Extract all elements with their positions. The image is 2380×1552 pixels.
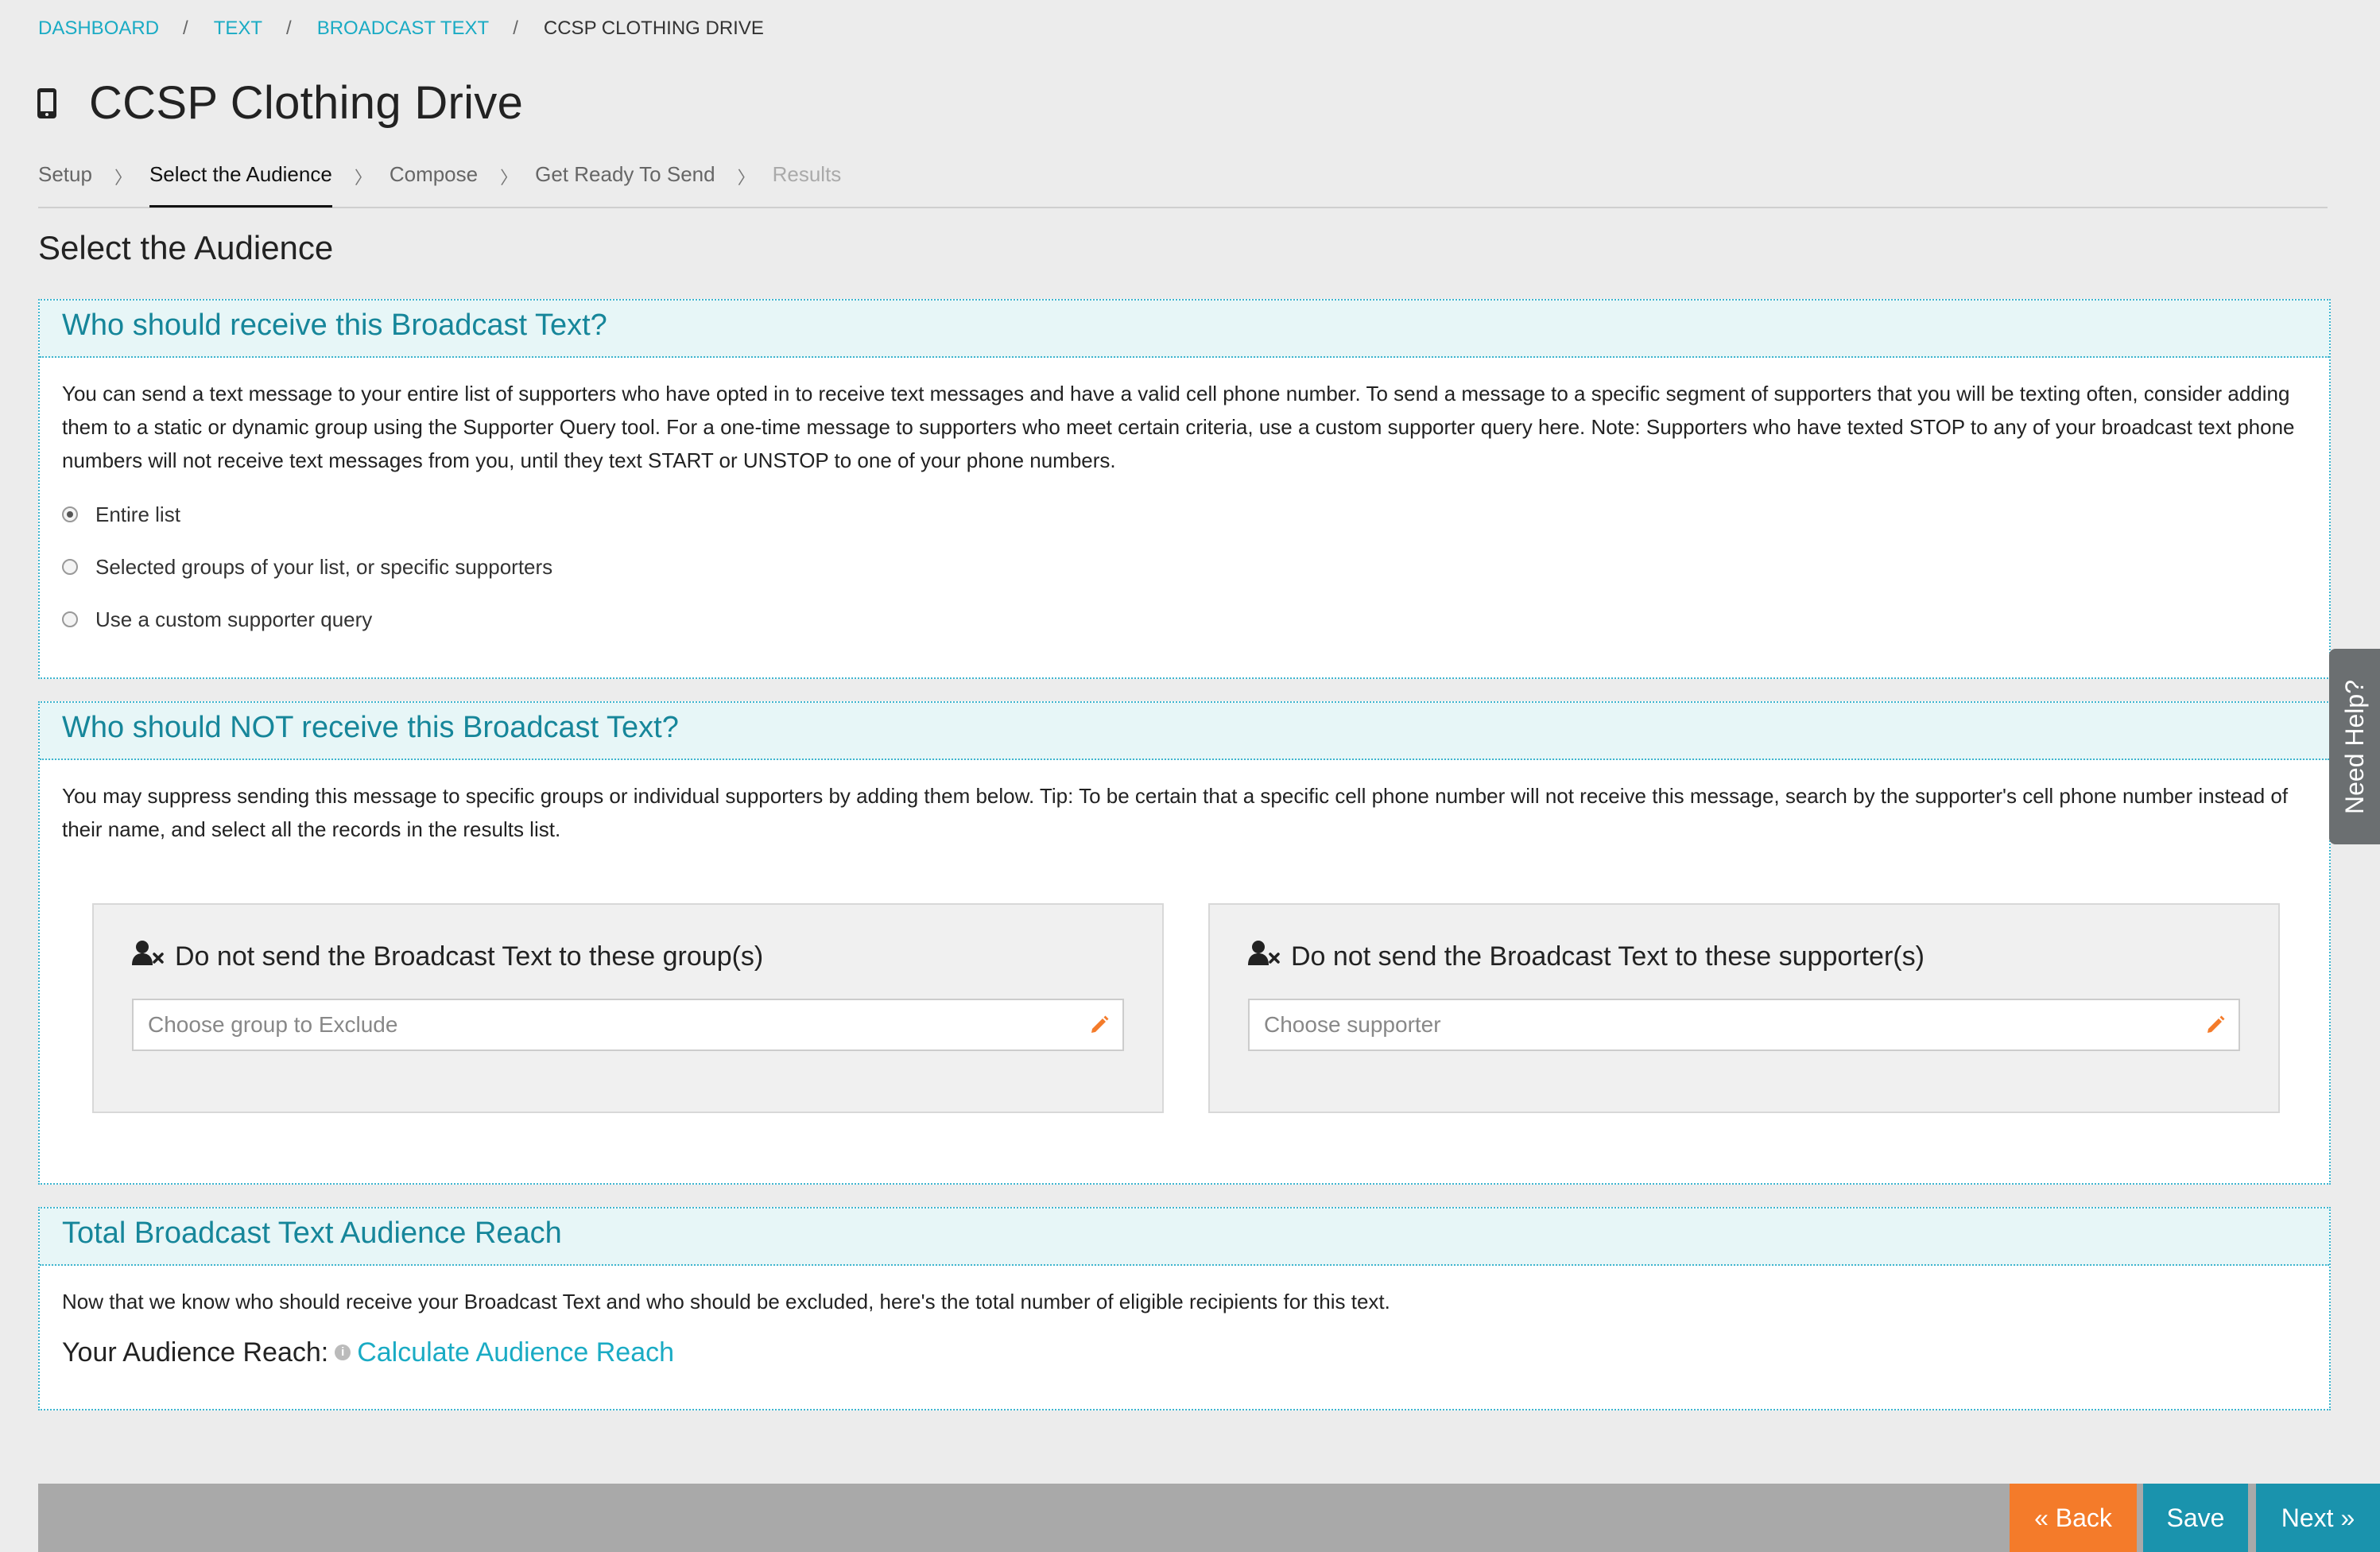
audience-reach-label: Your Audience Reach:: [62, 1337, 329, 1368]
group-picker[interactable]: [132, 999, 1124, 1051]
user-remove-icon: [1248, 940, 1280, 974]
save-button[interactable]: Save: [2143, 1484, 2248, 1552]
group-exclude-input[interactable]: [134, 1000, 1072, 1050]
exclude-supporters-box: Do not send the Broadcast Text to these …: [1208, 903, 2280, 1113]
page: DASHBOARD / TEXT / BROADCAST TEXT / CCSP…: [0, 0, 2380, 1552]
mobile-phone-icon: [37, 87, 57, 119]
exclude-panel-body: You may suppress sending this message to…: [40, 760, 2329, 865]
receive-panel-title: Who should receive this Broadcast Text?: [62, 308, 607, 342]
option-label: Use a custom supporter query: [95, 607, 373, 631]
step-results: Results: [772, 162, 842, 186]
supporter-picker[interactable]: [1248, 999, 2240, 1051]
pencil-icon[interactable]: [2204, 1013, 2227, 1037]
calculate-reach-link[interactable]: Calculate Audience Reach: [357, 1336, 674, 1369]
step-setup[interactable]: Setup: [38, 157, 92, 208]
page-title: CCSP Clothing Drive: [89, 77, 524, 129]
breadcrumb-broadcast-text[interactable]: BROADCAST TEXT: [317, 17, 490, 40]
audience-options: Entire list Selected groups of your list…: [62, 488, 2307, 646]
exclude-description: You may suppress sending this message to…: [62, 784, 2289, 841]
exclude-panel: Who should NOT receive this Broadcast Te…: [38, 701, 2331, 1185]
option-label: Entire list: [95, 502, 180, 526]
breadcrumb-separator: /: [513, 17, 518, 39]
need-help-label: Need Help?: [2339, 679, 2369, 814]
option-label: Selected groups of your list, or specifi…: [95, 555, 553, 579]
step-compose[interactable]: Compose: [390, 157, 478, 208]
receive-description: You can send a text message to your enti…: [62, 382, 2295, 472]
breadcrumb: DASHBOARD / TEXT / BROADCAST TEXT / CCSP…: [38, 17, 764, 40]
option-entire-list[interactable]: Entire list: [62, 488, 2307, 541]
breadcrumb-separator: /: [286, 17, 292, 39]
title-row: CCSP Clothing Drive: [37, 76, 523, 130]
chevron-right-icon: 〉: [354, 168, 372, 188]
exclude-panel-title: Who should NOT receive this Broadcast Te…: [62, 711, 679, 744]
exclude-panel-header: Who should NOT receive this Broadcast Te…: [40, 703, 2329, 760]
need-help-tab[interactable]: Need Help?: [2329, 649, 2380, 844]
next-button[interactable]: Next »: [2256, 1484, 2380, 1552]
reach-panel-title: Total Broadcast Text Audience Reach: [62, 1216, 562, 1250]
section-heading: Select the Audience: [38, 229, 334, 266]
chevron-right-icon: 〉: [737, 168, 755, 188]
back-button[interactable]: « Back: [2010, 1484, 2137, 1552]
breadcrumb-separator: /: [183, 17, 188, 39]
reach-panel-header: Total Broadcast Text Audience Reach: [40, 1209, 2329, 1266]
receive-panel-body: You can send a text message to your enti…: [40, 358, 2329, 665]
reach-panel: Total Broadcast Text Audience Reach Now …: [38, 1207, 2331, 1410]
audience-reach-line: Your Audience Reach: i Calculate Audienc…: [62, 1336, 2307, 1369]
wizard-steps: Setup 〉 Select the Audience 〉 Compose 〉 …: [38, 157, 2328, 208]
radio-custom-query[interactable]: [62, 611, 78, 627]
exclude-groups-title: Do not send the Broadcast Text to these …: [132, 940, 763, 974]
radio-entire-list[interactable]: [62, 506, 78, 522]
reach-description: Now that we know who should receive your…: [62, 1290, 1390, 1313]
chevron-right-icon: 〉: [500, 168, 518, 188]
receive-panel: Who should receive this Broadcast Text? …: [38, 299, 2331, 679]
option-custom-query[interactable]: Use a custom supporter query: [62, 593, 2307, 646]
exclude-supporters-title: Do not send the Broadcast Text to these …: [1248, 940, 1925, 974]
breadcrumb-text[interactable]: TEXT: [214, 17, 262, 40]
reach-panel-body: Now that we know who should receive your…: [40, 1266, 2329, 1388]
breadcrumb-dashboard[interactable]: DASHBOARD: [38, 17, 159, 40]
pencil-icon[interactable]: [1087, 1013, 1111, 1037]
step-get-ready[interactable]: Get Ready To Send: [535, 157, 715, 208]
exclude-groups-box: Do not send the Broadcast Text to these …: [92, 903, 1164, 1113]
info-icon: i: [335, 1344, 351, 1360]
exclude-supporters-label: Do not send the Broadcast Text to these …: [1291, 941, 1925, 972]
breadcrumb-current: CCSP CLOTHING DRIVE: [543, 17, 764, 39]
chevron-right-icon: 〉: [114, 168, 132, 188]
step-select-audience[interactable]: Select the Audience: [149, 157, 332, 208]
receive-panel-header: Who should receive this Broadcast Text?: [40, 301, 2329, 358]
user-remove-icon: [132, 940, 164, 974]
supporter-exclude-input[interactable]: [1250, 1000, 2188, 1050]
radio-selected-groups[interactable]: [62, 559, 78, 575]
exclude-groups-label: Do not send the Broadcast Text to these …: [175, 941, 764, 972]
option-selected-groups[interactable]: Selected groups of your list, or specifi…: [62, 541, 2307, 593]
